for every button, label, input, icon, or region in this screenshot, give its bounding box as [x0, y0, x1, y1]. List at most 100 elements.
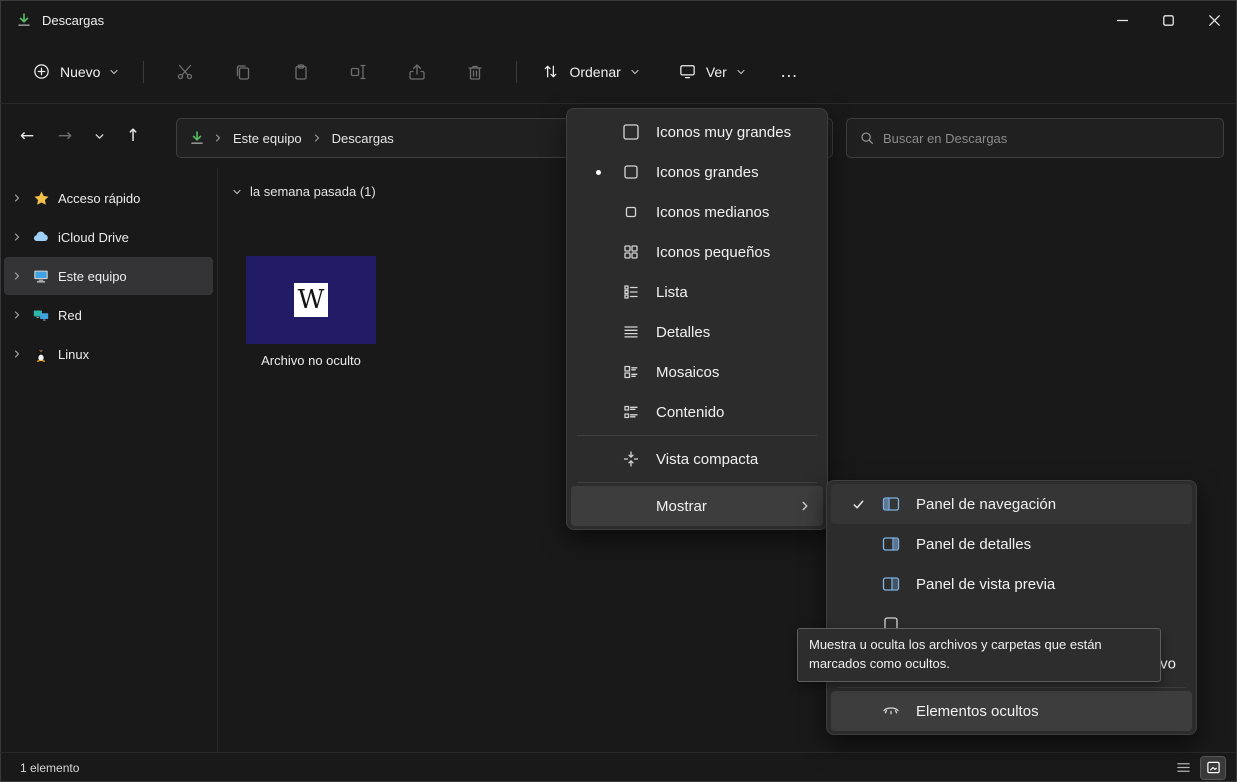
- details-view-toggle-icon[interactable]: [1171, 757, 1195, 779]
- more-options-button[interactable]: …: [766, 61, 813, 82]
- paste-button[interactable]: [272, 54, 330, 90]
- submenu-item-hidden-items[interactable]: Elementos ocultos: [831, 691, 1192, 731]
- medium-icons-icon: [621, 202, 641, 222]
- file-item[interactable]: W Archivo no oculto: [246, 256, 376, 368]
- cut-button[interactable]: [156, 54, 214, 90]
- details-pane-icon: [881, 534, 901, 554]
- status-bar: 1 elemento: [0, 752, 1237, 782]
- status-view-toggles: [1171, 757, 1225, 779]
- menu-item-show[interactable]: Mostrar: [571, 486, 823, 526]
- clipped-label-fragment: vo: [1160, 656, 1176, 673]
- toolbar-separator: [516, 61, 517, 83]
- compact-view-icon: [621, 449, 641, 469]
- rename-button[interactable]: [330, 54, 388, 90]
- sidebar-item-label: Acceso rápido: [58, 191, 140, 206]
- file-name: Archivo no oculto: [246, 353, 376, 368]
- chevron-right-icon[interactable]: [12, 271, 24, 281]
- star-icon: [32, 189, 50, 207]
- checkmark-icon: [852, 498, 865, 511]
- view-monitor-icon: [678, 62, 697, 81]
- sidebar-item-label: Red: [58, 308, 82, 323]
- menu-separator: [577, 482, 817, 483]
- details-view-icon: [621, 322, 641, 342]
- chevron-right-icon[interactable]: [12, 349, 24, 359]
- tooltip-text: Muestra u oculta los archivos y carpetas…: [809, 637, 1102, 671]
- submenu-item-details-pane[interactable]: Panel de detalles: [831, 524, 1192, 564]
- large-icons-icon: [621, 162, 641, 182]
- sidebar-item-this-pc[interactable]: Este equipo: [4, 257, 213, 295]
- title-bar: Descargas: [0, 0, 1237, 40]
- search-bar: [846, 118, 1224, 158]
- sort-button-label: Ordenar: [569, 64, 620, 80]
- menu-item-details[interactable]: Detalles: [571, 312, 823, 352]
- menu-item-large-icons[interactable]: Iconos grandes: [571, 152, 823, 192]
- sort-arrows-icon: [541, 62, 560, 81]
- chevron-right-icon: [213, 133, 223, 143]
- tiles-view-icon: [621, 362, 641, 382]
- sidebar-item-linux[interactable]: Linux: [4, 335, 213, 373]
- sidebar-item-network[interactable]: Red: [4, 296, 213, 334]
- group-header[interactable]: la semana pasada (1): [232, 184, 376, 199]
- list-view-icon: [621, 282, 641, 302]
- view-button[interactable]: Ver: [666, 54, 758, 90]
- sidebar-item-quick-access[interactable]: Acceso rápido: [4, 179, 213, 217]
- maximize-button[interactable]: [1145, 0, 1191, 40]
- selection-dot: [596, 170, 601, 175]
- menu-item-compact-view[interactable]: Vista compacta: [571, 439, 823, 479]
- close-button[interactable]: [1191, 0, 1237, 40]
- chevron-right-icon[interactable]: [12, 193, 24, 203]
- chevron-right-icon: [312, 133, 322, 143]
- window-title: Descargas: [42, 13, 104, 28]
- chevron-down-icon: [630, 67, 640, 77]
- search-icon: [859, 130, 875, 146]
- plus-circle-icon: [32, 62, 51, 81]
- thumbnail-view-toggle-icon[interactable]: [1201, 757, 1225, 779]
- chevron-right-icon[interactable]: [12, 232, 24, 242]
- preview-pane-icon: [881, 574, 901, 594]
- recent-locations-button[interactable]: [84, 118, 114, 154]
- cloud-icon: [32, 228, 50, 246]
- delete-button[interactable]: [446, 54, 504, 90]
- menu-item-medium-icons[interactable]: Iconos medianos: [571, 192, 823, 232]
- breadcrumb-downloads[interactable]: Descargas: [330, 131, 396, 146]
- window-controls: [1099, 0, 1237, 40]
- sidebar-item-label: iCloud Drive: [58, 230, 129, 245]
- menu-separator: [837, 687, 1186, 688]
- back-button[interactable]: ←: [8, 118, 46, 154]
- menu-item-extra-large-icons[interactable]: Iconos muy grandes: [571, 112, 823, 152]
- empty-icon-slot: [621, 496, 641, 516]
- chevron-right-icon[interactable]: [12, 310, 24, 320]
- search-input[interactable]: [883, 131, 1211, 146]
- computer-icon: [32, 267, 50, 285]
- nav-buttons: ← → ↑: [8, 118, 152, 154]
- menu-separator: [577, 435, 817, 436]
- item-count: 1 elemento: [20, 761, 79, 775]
- menu-item-list[interactable]: Lista: [571, 272, 823, 312]
- menu-item-tiles[interactable]: Mosaicos: [571, 352, 823, 392]
- content-view-icon: [621, 402, 641, 422]
- download-folder-icon: [189, 130, 205, 146]
- new-button[interactable]: Nuevo: [20, 54, 131, 90]
- command-toolbar: Nuevo Ordenar Ver …: [0, 40, 1237, 104]
- menu-item-content[interactable]: Contenido: [571, 392, 823, 432]
- forward-button[interactable]: →: [46, 118, 84, 154]
- sidebar-item-label: Linux: [58, 347, 89, 362]
- minimize-button[interactable]: [1099, 0, 1145, 40]
- breadcrumb-this-pc[interactable]: Este equipo: [231, 131, 304, 146]
- submenu-item-navigation-pane[interactable]: Panel de navegación: [831, 484, 1192, 524]
- extra-large-icons-icon: [621, 122, 641, 142]
- network-icon: [32, 306, 50, 324]
- sidebar-item-icloud-drive[interactable]: iCloud Drive: [4, 218, 213, 256]
- eye-icon: [881, 701, 901, 721]
- chevron-right-icon: [799, 500, 811, 512]
- sort-button[interactable]: Ordenar: [529, 54, 651, 90]
- wikipedia-favicon: W: [294, 283, 328, 317]
- menu-item-small-icons[interactable]: Iconos pequeños: [571, 232, 823, 272]
- show-submenu: Panel de navegación Panel de detalles Pa…: [826, 480, 1197, 735]
- share-button[interactable]: [388, 54, 446, 90]
- up-button[interactable]: ↑: [114, 118, 152, 154]
- submenu-item-preview-pane[interactable]: Panel de vista previa: [831, 564, 1192, 604]
- chevron-down-icon: [736, 67, 746, 77]
- group-header-label: la semana pasada (1): [250, 184, 376, 199]
- copy-button[interactable]: [214, 54, 272, 90]
